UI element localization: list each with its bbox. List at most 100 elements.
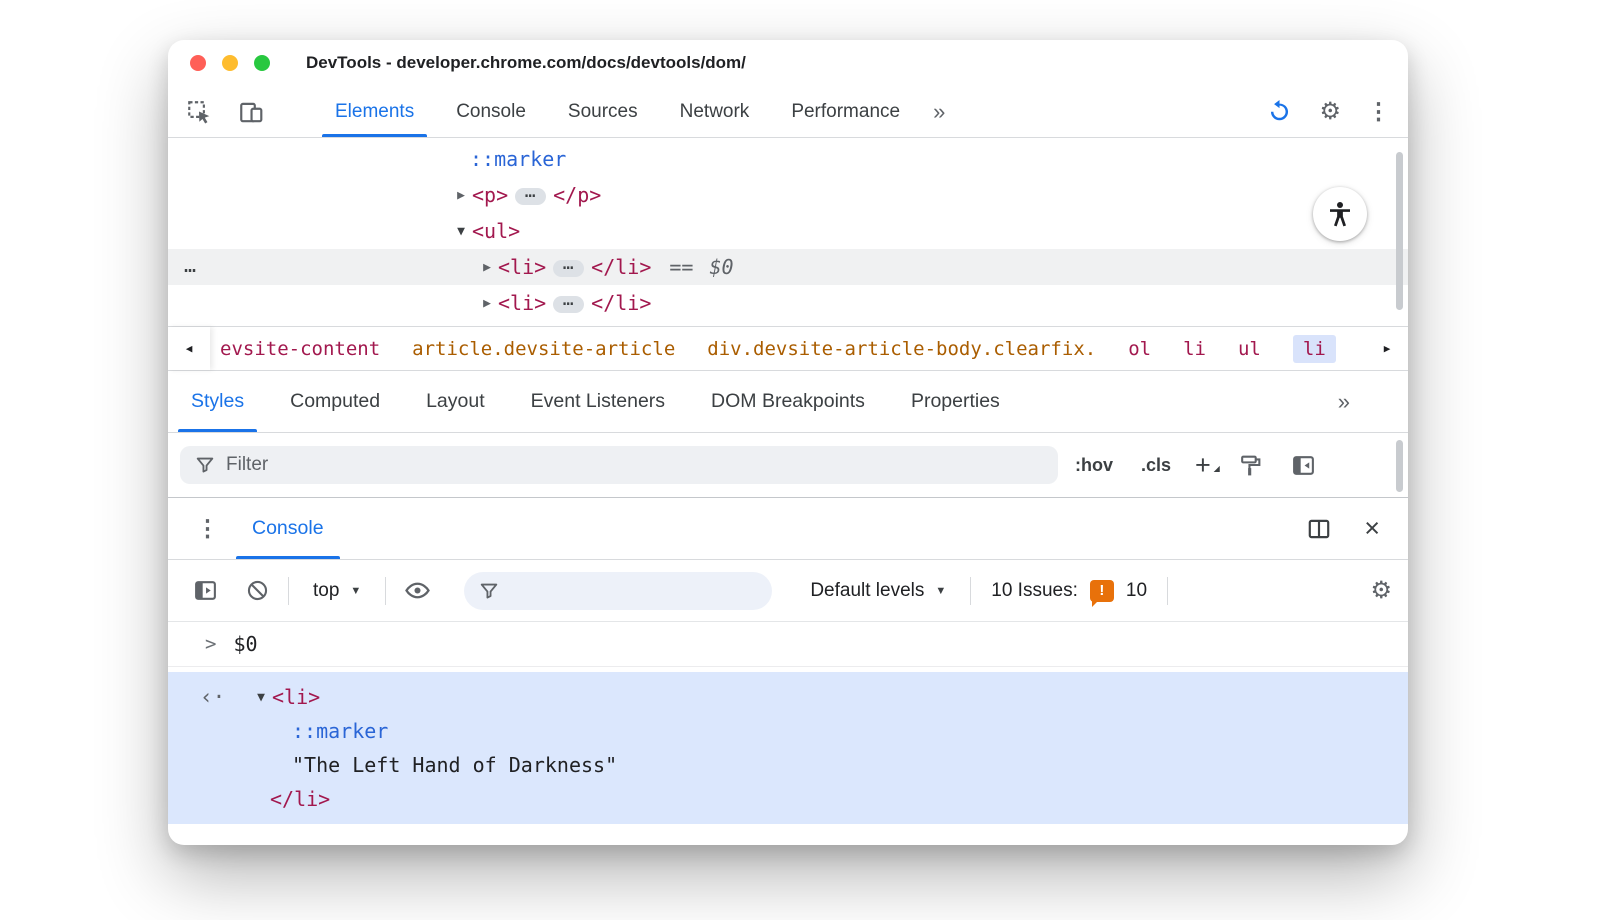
split-panel-icon[interactable] [1306, 516, 1332, 542]
close-window-button[interactable] [190, 55, 206, 71]
styles-scrollbar-thumb[interactable] [1396, 440, 1403, 492]
dom-tree-row-p[interactable]: ▶ <p> … </p> [168, 177, 1408, 213]
divider [288, 576, 289, 605]
close-drawer-icon[interactable]: × [1364, 515, 1380, 542]
expand-arrow-icon[interactable]: ▶ [476, 260, 498, 275]
tab-console[interactable]: Console [435, 86, 547, 137]
drawer-kebab-menu-icon[interactable]: ⋮ [196, 515, 219, 542]
drawer-header-controls: × [1306, 498, 1380, 559]
filter-funnel-icon [194, 454, 216, 476]
styles-filter-field[interactable] [180, 446, 1058, 484]
p-close-tag: </p> [553, 183, 602, 207]
plus-caret-icon: ◢ [1213, 463, 1220, 473]
log-levels-label: Default levels [810, 579, 925, 601]
issues-counter-button[interactable]: 10 Issues: ! 10 [985, 579, 1153, 607]
tab-properties[interactable]: Properties [888, 371, 1023, 432]
tab-computed[interactable]: Computed [267, 371, 403, 432]
breadcrumb-item-devsite-content[interactable]: evsite-content [220, 338, 380, 360]
clear-console-icon[interactable] [240, 578, 274, 603]
inline-ellipsis-button[interactable]: … [553, 254, 585, 277]
inline-ellipsis-button[interactable]: … [515, 182, 547, 205]
console-settings-gear-icon[interactable]: ⚙ [1370, 576, 1392, 605]
breadcrumb-item-ol[interactable]: ol [1128, 338, 1151, 360]
collapse-arrow-icon[interactable]: ▼ [250, 690, 272, 705]
result-line-marker[interactable]: ::marker [168, 714, 1408, 748]
create-live-expression-icon[interactable] [400, 577, 434, 604]
result-line-li-close[interactable]: </li> [168, 782, 1408, 816]
plus-icon: + [1195, 449, 1211, 480]
styles-filter-input[interactable] [226, 454, 1044, 476]
more-panels-icon[interactable]: » [933, 99, 945, 125]
settings-gear-icon[interactable]: ⚙ [1319, 97, 1341, 126]
chevron-down-icon: ▼ [350, 584, 362, 597]
console-executed-expression[interactable]: > $0 [168, 622, 1408, 667]
toolbar-right-controls: ⚙ ⋮ [1266, 86, 1390, 137]
devtools-window: DevTools - developer.chrome.com/docs/dev… [168, 40, 1408, 845]
breadcrumb-scroll-left-button[interactable]: ◀ [168, 327, 210, 370]
marker-pseudo-element: ::marker [292, 719, 389, 743]
expand-arrow-icon[interactable]: ▶ [476, 296, 498, 311]
log-levels-dropdown[interactable]: Default levels ▼ [800, 580, 956, 602]
javascript-context-dropdown[interactable]: top ▼ [303, 580, 371, 602]
console-filter-field[interactable] [464, 571, 773, 610]
divider [385, 576, 387, 605]
device-toolbar-icon[interactable] [236, 99, 266, 125]
kebab-menu-icon[interactable]: ⋮ [1367, 98, 1390, 125]
dom-tree: ::marker ▶ <p> … </p> ▼ <ul> … ▶ <li> … … [168, 138, 1408, 326]
inline-ellipsis-button[interactable]: … [553, 290, 585, 313]
breadcrumb-item-div[interactable]: div.devsite-article-body.clearfix. [707, 338, 1096, 360]
element-classes-button[interactable]: .cls [1130, 455, 1182, 476]
marker-pseudo-element[interactable]: ::marker [470, 147, 566, 171]
sync-icon[interactable] [1266, 98, 1293, 125]
tab-performance[interactable]: Performance [770, 86, 921, 137]
tab-network[interactable]: Network [659, 86, 771, 137]
chevron-down-icon: ▼ [935, 584, 947, 597]
accessibility-overlay-button[interactable] [1313, 187, 1367, 241]
zoom-window-button[interactable] [254, 55, 270, 71]
divider [1167, 576, 1169, 605]
tab-styles[interactable]: Styles [168, 371, 267, 432]
equals-annotation: == [669, 255, 694, 279]
tab-elements[interactable]: Elements [314, 86, 435, 137]
tab-dom-breakpoints[interactable]: DOM Breakpoints [688, 371, 888, 432]
collapse-arrow-icon[interactable]: ▼ [450, 224, 472, 239]
styles-toolbar: :hov .cls +◢ [168, 433, 1408, 498]
paint-roller-icon[interactable] [1224, 453, 1277, 478]
more-tabs-icon[interactable]: » [1338, 389, 1350, 415]
breadcrumb-item-ul[interactable]: ul [1238, 338, 1261, 360]
li-close-tag: </li> [270, 787, 331, 811]
minimize-window-button[interactable] [222, 55, 238, 71]
breadcrumb-item-li[interactable]: li [1183, 338, 1206, 360]
elements-scrollbar-thumb[interactable] [1396, 152, 1403, 310]
tab-layout[interactable]: Layout [403, 371, 508, 432]
panel-tabs: Elements Console Sources Network Perform… [314, 86, 921, 137]
result-line-text[interactable]: "The Left Hand of Darkness" [168, 748, 1408, 782]
console-drawer-header: ⋮ Console × [168, 498, 1408, 560]
window-title: DevTools - developer.chrome.com/docs/dev… [306, 53, 746, 72]
drawer-tab-console[interactable]: Console [228, 498, 348, 559]
dom-tree-row-ul[interactable]: ▼ <ul> [168, 213, 1408, 249]
expand-arrow-icon[interactable]: ▶ [450, 188, 472, 203]
dock-sidebar-icon[interactable] [1277, 453, 1330, 478]
li-open-tag: <li> [272, 685, 321, 709]
breadcrumb-item-li-selected[interactable]: li [1292, 334, 1336, 363]
toggle-element-state-button[interactable]: :hov [1064, 455, 1124, 476]
result-line-li-open[interactable]: ‹· ▼ <li> [168, 680, 1408, 714]
dom-tree-row-marker[interactable]: ::marker [168, 141, 1408, 177]
li-close-tag: </li> [591, 255, 652, 279]
breadcrumb-scroll-right-button[interactable]: ▶ [1366, 327, 1408, 370]
inspect-element-icon[interactable] [184, 99, 214, 125]
tab-event-listeners[interactable]: Event Listeners [508, 371, 688, 432]
new-style-rule-button[interactable]: + ◢ [1182, 450, 1224, 481]
divider [970, 576, 972, 605]
breadcrumb-item-article[interactable]: article.devsite-article [412, 338, 675, 360]
tab-sources[interactable]: Sources [547, 86, 659, 137]
console-filter-input[interactable] [500, 580, 759, 601]
dom-tree-row-li-selected[interactable]: … ▶ <li> … </li> == $0 [168, 249, 1408, 285]
issues-label: 10 Issues: [991, 579, 1078, 601]
li-close-tag: </li> [591, 291, 652, 315]
console-sidebar-icon[interactable] [188, 578, 222, 603]
dom-tree-row-li[interactable]: ▶ <li> … </li> [168, 285, 1408, 321]
devtools-main-toolbar: Elements Console Sources Network Perform… [168, 86, 1408, 138]
li-open-tag: <li> [498, 255, 547, 279]
